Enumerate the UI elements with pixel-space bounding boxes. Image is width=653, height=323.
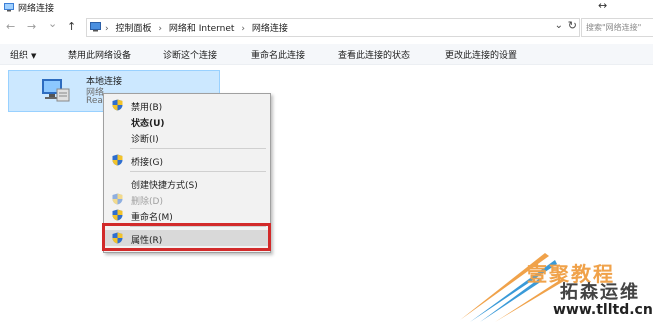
menu-item-rename[interactable]: 重命名(M) [104, 207, 270, 223]
uac-shield-icon [112, 99, 123, 111]
search-placeholder: 搜索"网络连接" [586, 23, 642, 32]
uac-shield-icon [112, 209, 123, 221]
network-adapter-icon [42, 79, 70, 102]
breadcrumb-separator: › [241, 24, 245, 34]
menu-item-diagnose[interactable]: 诊断(I) [104, 129, 270, 145]
menu-item-create-shortcut[interactable]: 创建快捷方式(S) [104, 175, 270, 191]
disable-device-button[interactable]: 禁用此网络设备 [68, 48, 131, 61]
address-bar[interactable]: › 控制面板 › 网络和 Internet › 网络连接 ⌄ ↻ [86, 18, 580, 37]
rename-button[interactable]: 重命名此连接 [251, 48, 305, 61]
menu-label-disable: 禁用(B) [131, 103, 163, 113]
breadcrumb-network-connections[interactable]: 网络连接 [252, 24, 288, 34]
breadcrumb-control-panel[interactable]: 控制面板 [115, 24, 151, 34]
menu-divider [130, 148, 266, 149]
diagnose-button[interactable]: 诊断这个连接 [163, 48, 217, 61]
network-connections-icon [4, 3, 14, 12]
menu-label-rename: 重命名(M) [131, 213, 173, 223]
uac-shield-icon [112, 193, 123, 205]
watermark: 壹聚教程 拓森运维 www.tlltd.cn [455, 248, 653, 323]
refresh-icon[interactable]: ↻ [568, 19, 577, 32]
menu-divider [130, 171, 266, 172]
menu-label-create-shortcut: 创建快捷方式(S) [131, 181, 198, 191]
menu-item-delete: 删除(D) [104, 191, 270, 207]
menu-item-bridge[interactable]: 桥接(G) [104, 152, 270, 168]
forward-button[interactable]: → [27, 20, 36, 33]
organize-label: 组织 [10, 51, 29, 61]
breadcrumb: › 控制面板 › 网络和 Internet › 网络连接 [105, 21, 292, 34]
view-status-button[interactable]: 查看此连接的状态 [338, 48, 410, 61]
title-bar: 网络连接 ↔ [0, 0, 653, 14]
menu-label-delete: 删除(D) [131, 197, 163, 207]
window-title: 网络连接 [18, 4, 55, 14]
menu-item-disable[interactable]: 禁用(B) [104, 97, 270, 113]
menu-label-diagnose: 诊断(I) [131, 135, 159, 145]
menu-label-bridge: 桥接(G) [131, 158, 163, 168]
highlight-annotation-box [102, 223, 271, 251]
control-panel-icon [90, 22, 101, 32]
search-input[interactable]: 搜索"网络连接" [581, 18, 653, 37]
uac-shield-icon [112, 154, 123, 166]
watermark-url: www.tlltd.cn [553, 302, 653, 318]
back-button[interactable]: ← [6, 20, 15, 33]
up-button[interactable]: ↑ [67, 20, 76, 33]
address-dropdown-icon[interactable]: ⌄ [555, 20, 563, 31]
watermark-line2: 拓森运维 [560, 282, 640, 303]
connection-status: Rea [86, 96, 103, 106]
command-bar: 组织 ▼ 禁用此网络设备 诊断这个连接 重命名此连接 查看此连接的状态 更改此连接… [0, 44, 653, 65]
change-settings-button[interactable]: 更改此连接的设置 [445, 48, 517, 61]
menu-item-status[interactable]: 状态(U) [104, 113, 270, 129]
menu-label-status: 状态(U) [131, 119, 165, 129]
organize-button[interactable]: 组织 ▼ [10, 48, 36, 61]
breadcrumb-separator: › [158, 24, 162, 34]
breadcrumb-network-internet[interactable]: 网络和 Internet [169, 24, 235, 34]
resize-cursor-icon: ↔ [598, 0, 608, 12]
breadcrumb-separator: › [105, 24, 109, 34]
address-row: ← → ⌄ ↑ › 控制面板 › 网络和 Internet › 网络连接 ⌄ ↻… [0, 15, 653, 39]
chevron-down-icon: ▼ [31, 52, 37, 60]
recent-locations-button[interactable]: ⌄ [48, 17, 57, 30]
